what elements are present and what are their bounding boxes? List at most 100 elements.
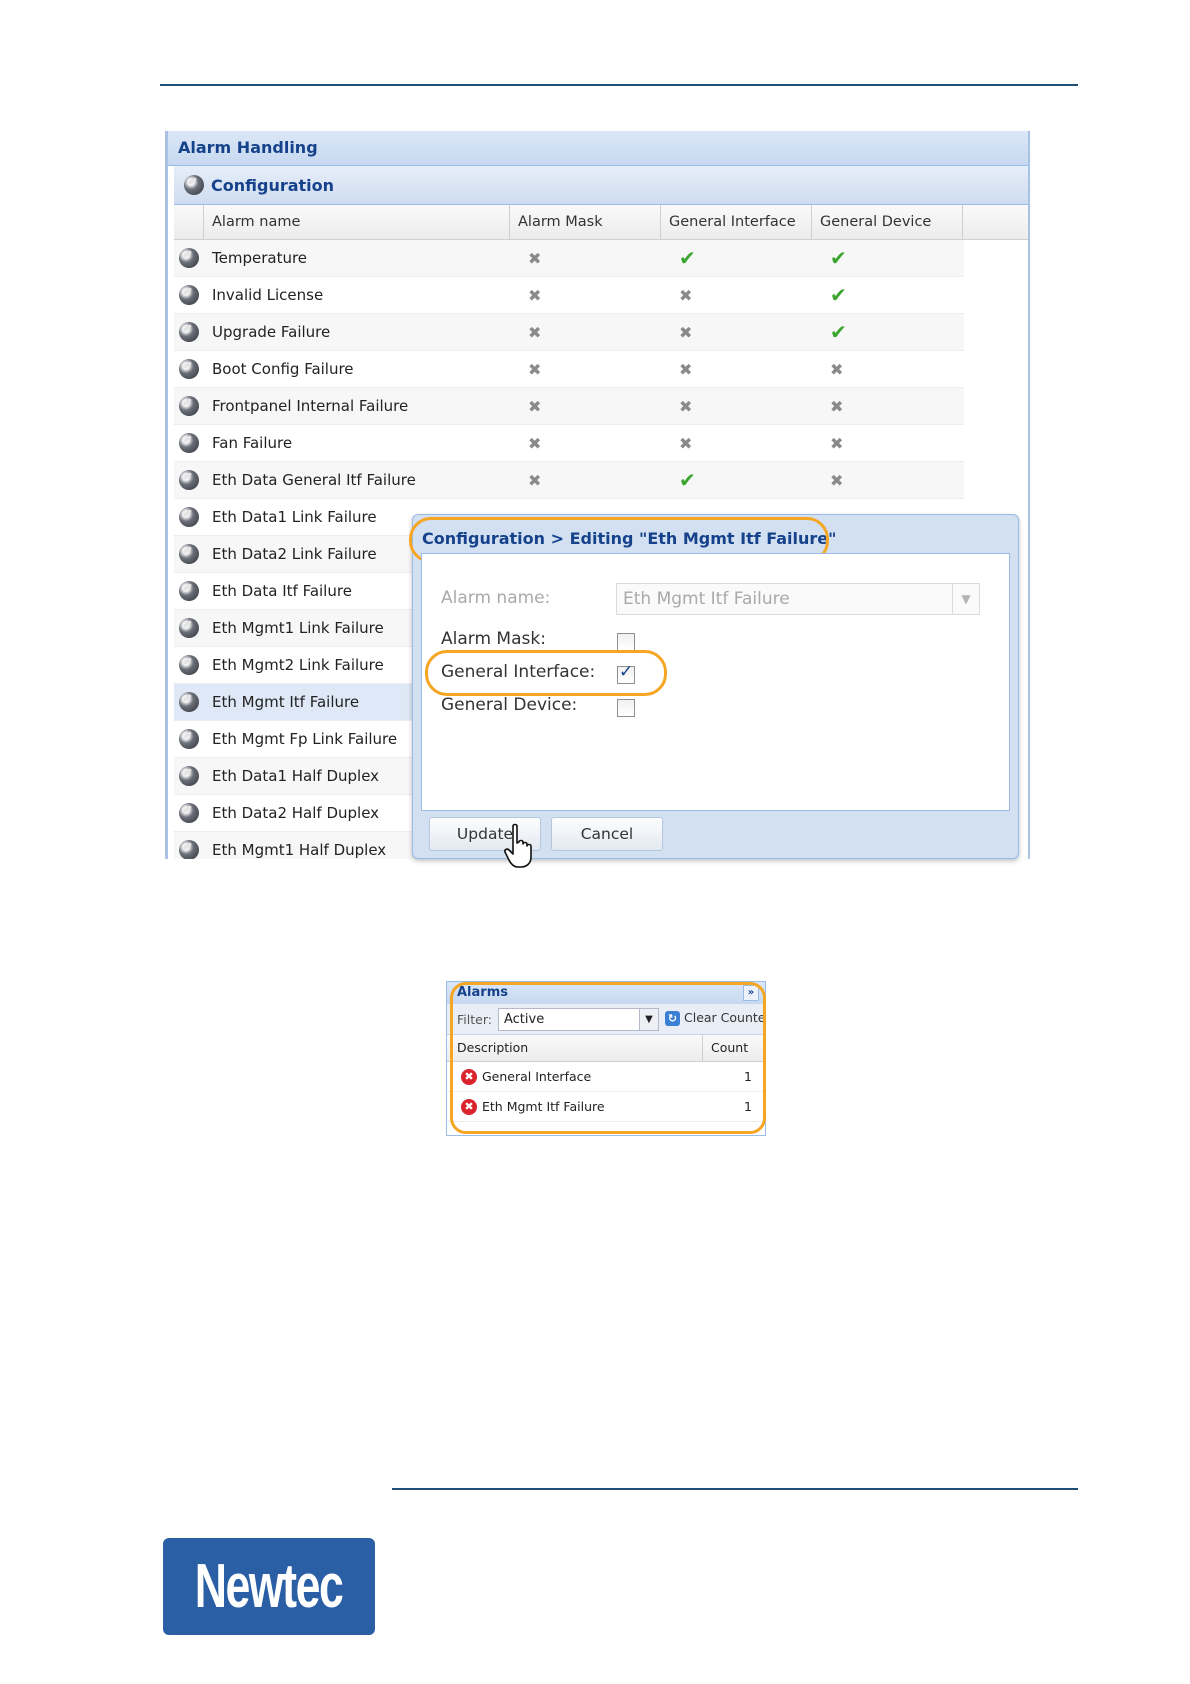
- checkmark-icon: ✔: [679, 468, 696, 492]
- row-icon-cell: [174, 655, 204, 675]
- cross-icon: ✖: [830, 433, 844, 453]
- cross-icon: ✖: [679, 285, 693, 305]
- cross-icon: ✖: [679, 322, 693, 342]
- alarm-name-cell: Invalid License: [212, 286, 324, 304]
- alarm-name-label: Alarm name:: [441, 588, 551, 608]
- row-icon-cell: [174, 729, 204, 749]
- globe-icon: [179, 544, 199, 564]
- cross-icon: ✖: [830, 359, 844, 379]
- alarm-mask-checkbox[interactable]: [617, 633, 635, 651]
- general-interface-cell: ✖: [661, 397, 812, 416]
- globe-icon: [184, 175, 204, 195]
- row-icon-cell: [174, 840, 204, 859]
- globe-icon: [179, 692, 199, 712]
- globe-icon: [179, 470, 199, 490]
- checkmark-icon: ✔: [679, 246, 696, 270]
- header-spacer: [174, 205, 204, 239]
- edit-dialog: Configuration > Editing "Eth Mgmt Itf Fa…: [409, 514, 1019, 859]
- general-device-cell: ✔: [812, 246, 963, 270]
- globe-icon: [179, 840, 199, 859]
- cross-icon: ✖: [679, 433, 693, 453]
- column-header-general-device[interactable]: General Device: [812, 205, 963, 239]
- general-device-cell: ✖: [812, 471, 963, 490]
- grid-header: Alarm name Alarm Mask General Interface …: [174, 205, 1028, 240]
- checkmark-icon: ✔: [830, 320, 847, 344]
- globe-icon: [179, 433, 199, 453]
- general-interface-cell: ✖: [661, 360, 812, 379]
- row-icon-cell: [174, 507, 204, 527]
- cross-icon: ✖: [528, 470, 542, 490]
- column-header-alarm-name[interactable]: Alarm name: [204, 205, 510, 239]
- alarm-mask-cell: ✖: [510, 471, 661, 490]
- alarms-highlight-ring: [450, 982, 766, 1134]
- cross-icon: ✖: [679, 396, 693, 416]
- general-interface-cell: ✔: [661, 468, 812, 492]
- alarm-name-cell: Upgrade Failure: [212, 323, 331, 341]
- cross-icon: ✖: [830, 470, 844, 490]
- cross-icon: ✖: [528, 322, 542, 342]
- globe-icon: [179, 248, 199, 268]
- alarm-mask-cell: ✖: [510, 360, 661, 379]
- globe-icon: [179, 655, 199, 675]
- globe-icon: [179, 507, 199, 527]
- bottom-rule: [392, 1488, 1078, 1490]
- general-device-cell: ✖: [812, 434, 963, 453]
- general-interface-highlight-ring: [425, 650, 667, 696]
- logo-text: Newtec: [195, 1552, 344, 1621]
- alarm-name-cell: Temperature: [212, 249, 308, 267]
- general-device-label: General Device:: [441, 695, 578, 715]
- globe-icon: [179, 396, 199, 416]
- cross-icon: ✖: [528, 285, 542, 305]
- alarm-name-cell: Boot Config Failure: [212, 360, 354, 378]
- general-device-checkbox[interactable]: [617, 699, 635, 717]
- configuration-label: Configuration: [211, 175, 335, 195]
- table-row[interactable]: Boot Config Failure ✖ ✖ ✖: [174, 351, 964, 388]
- alarm-name-cell: Fan Failure: [212, 434, 293, 452]
- row-icon-cell: [174, 322, 204, 342]
- alarm-mask-cell: ✖: [510, 434, 661, 453]
- panel-title: Alarm Handling: [168, 131, 1028, 166]
- row-icon-cell: [174, 544, 204, 564]
- row-icon-cell: [174, 470, 204, 490]
- column-header-general-interface[interactable]: General Interface: [661, 205, 812, 239]
- newtec-logo: Newtec: [163, 1538, 375, 1635]
- globe-icon: [179, 359, 199, 379]
- row-icon-cell: [174, 248, 204, 268]
- alarm-mask-cell: ✖: [510, 323, 661, 342]
- row-icon-cell: [174, 285, 204, 305]
- table-row[interactable]: Eth Data General Itf Failure ✖ ✔ ✖: [174, 462, 964, 499]
- dialog-body: Alarm name: Eth Mgmt Itf Failure ▼ Alarm…: [421, 553, 1010, 811]
- cross-icon: ✖: [528, 396, 542, 416]
- globe-icon: [179, 766, 199, 786]
- general-device-cell: ✖: [812, 397, 963, 416]
- globe-icon: [179, 285, 199, 305]
- configuration-header[interactable]: Configuration: [174, 166, 1028, 205]
- table-row[interactable]: Frontpanel Internal Failure ✖ ✖ ✖: [174, 388, 964, 425]
- general-interface-cell: ✖: [661, 286, 812, 305]
- checkmark-icon: ✔: [830, 283, 847, 307]
- general-interface-cell: ✖: [661, 434, 812, 453]
- checkmark-icon: ✔: [830, 246, 847, 270]
- alarm-name-cell: Frontpanel Internal Failure: [212, 397, 409, 415]
- table-row[interactable]: Upgrade Failure ✖ ✖ ✔: [174, 314, 964, 351]
- alarm-name-combo[interactable]: Eth Mgmt Itf Failure ▼: [616, 583, 980, 615]
- row-icon-cell: [174, 766, 204, 786]
- general-device-cell: ✖: [812, 360, 963, 379]
- globe-icon: [179, 618, 199, 638]
- general-interface-cell: ✔: [661, 246, 812, 270]
- row-icon-cell: [174, 396, 204, 416]
- chevron-down-icon[interactable]: ▼: [952, 584, 979, 614]
- general-device-cell: ✔: [812, 320, 963, 344]
- general-device-cell: ✔: [812, 283, 963, 307]
- cancel-button[interactable]: Cancel: [551, 817, 663, 851]
- table-row[interactable]: Invalid License ✖ ✖ ✔: [174, 277, 964, 314]
- column-header-alarm-mask[interactable]: Alarm Mask: [510, 205, 661, 239]
- cross-icon: ✖: [679, 359, 693, 379]
- table-row[interactable]: Fan Failure ✖ ✖ ✖: [174, 425, 964, 462]
- cross-icon: ✖: [528, 433, 542, 453]
- globe-icon: [179, 803, 199, 823]
- row-icon-cell: [174, 618, 204, 638]
- hand-pointer-icon: [504, 823, 532, 868]
- row-icon-cell: [174, 433, 204, 453]
- table-row[interactable]: Temperature ✖ ✔ ✔: [174, 240, 964, 277]
